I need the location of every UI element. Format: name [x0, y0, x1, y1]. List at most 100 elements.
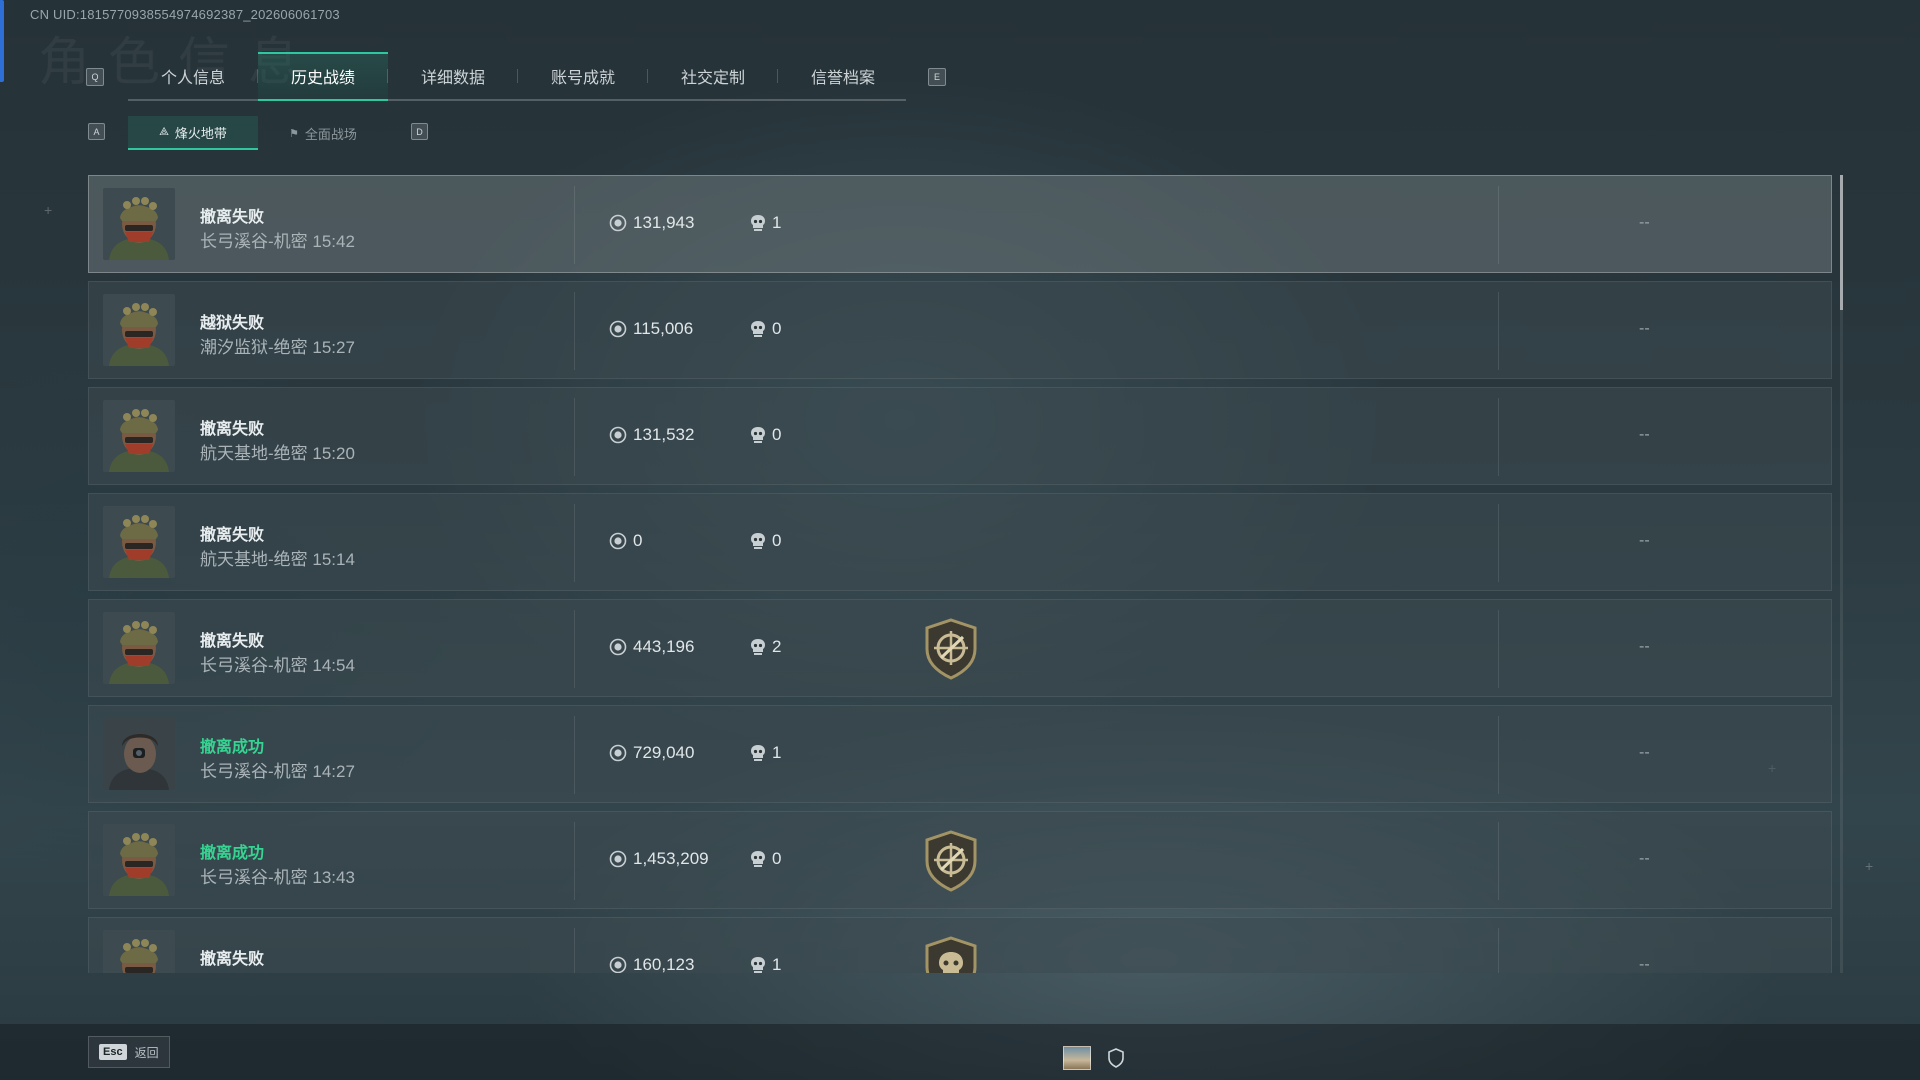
column-divider	[1498, 186, 1499, 264]
loot-value: 729,040	[609, 743, 694, 763]
shield-icon[interactable]	[1107, 1048, 1125, 1068]
operator-avatar	[103, 188, 175, 260]
skull-icon	[750, 850, 766, 868]
match-record-row[interactable]: 撤离失败 长弓溪谷-机密 15:42 131,943 1 --	[88, 175, 1832, 273]
subtab-2[interactable]: ⚑ 全面战场	[258, 116, 388, 150]
bottom-bar	[0, 1024, 1920, 1080]
scrollbar-thumb[interactable]	[1840, 175, 1843, 310]
tab-5[interactable]: 社交定制	[648, 52, 778, 100]
loot-value: 0	[609, 531, 642, 551]
column-divider	[574, 716, 575, 794]
match-record-row[interactable]: 撤离失败 航天基地-绝密 15:14 0 0 --	[88, 493, 1832, 591]
next-tab-key-hint[interactable]: E	[928, 68, 946, 86]
map-thumbnail-icon[interactable]	[1063, 1046, 1091, 1070]
skull-icon	[750, 956, 766, 973]
kill-count-text: 0	[772, 531, 782, 550]
tab-3[interactable]: 详细数据	[388, 52, 518, 100]
column-divider	[1498, 822, 1499, 900]
column-divider	[1498, 610, 1499, 688]
map-and-time: 长弓溪谷-机密 14:27	[200, 762, 355, 781]
extra-info: --	[1639, 426, 1650, 443]
subtab-1[interactable]: ⟁ 烽火地带	[128, 116, 258, 150]
extra-info: --	[1639, 320, 1650, 337]
map-and-time: 长弓溪谷-机密 14:54	[200, 656, 355, 675]
skull-shield-medal-icon	[919, 935, 983, 973]
left-accent-bar	[0, 0, 4, 82]
decor-plus-mark: +	[1865, 858, 1874, 874]
loot-value-text: 0	[633, 531, 643, 550]
skull-icon	[750, 426, 766, 444]
kill-count: 0	[750, 849, 781, 869]
loot-value: 1,453,209	[609, 849, 709, 869]
crosshair-shield-medal-icon	[919, 617, 983, 681]
loot-value-text: 131,943	[633, 213, 695, 232]
main-tabs-underline	[128, 99, 906, 101]
kill-count: 1	[750, 743, 781, 763]
operator-avatar	[103, 718, 175, 790]
kill-count-text: 0	[772, 425, 782, 444]
operator-avatar	[103, 294, 175, 366]
column-divider	[574, 822, 575, 900]
loot-value-text: 729,040	[633, 743, 695, 762]
result-status: 撤离失败	[200, 421, 265, 438]
loot-value-text: 443,196	[633, 637, 695, 656]
column-divider	[1498, 292, 1499, 370]
operator-avatar	[103, 824, 175, 896]
coin-icon	[609, 850, 627, 868]
prev-tab-key-hint[interactable]: Q	[86, 68, 104, 86]
match-record-row[interactable]: 撤离成功 长弓溪谷-机密 14:27 729,040 1 --	[88, 705, 1832, 803]
kill-count: 1	[750, 955, 781, 973]
map-and-time: 长弓溪谷-机密 15:42	[200, 232, 355, 251]
loot-value-text: 115,006	[633, 319, 694, 338]
match-record-row[interactable]: 撤离成功 长弓溪谷-机密 13:43 1,453,209 0 --	[88, 811, 1832, 909]
uid-label: CN UID:1815770938554974692387_2026060617…	[30, 7, 340, 22]
operator-avatar	[103, 612, 175, 684]
column-divider	[1498, 398, 1499, 476]
kill-count: 0	[750, 531, 781, 551]
column-divider	[574, 928, 575, 973]
coin-icon	[609, 956, 627, 973]
crosshair-shield-medal-icon	[919, 829, 983, 893]
kill-count-text: 1	[772, 955, 782, 973]
map-and-time: 航天基地-绝密 15:14	[200, 550, 355, 569]
tab-1[interactable]: 个人信息	[128, 52, 258, 100]
column-divider	[1498, 928, 1499, 973]
match-record-row[interactable]: 撤离失败 长弓溪谷-机密 14:54 443,196 2 --	[88, 599, 1832, 697]
loot-value: 131,532	[609, 425, 694, 445]
operator-avatar	[103, 400, 175, 472]
next-subtab-key-hint[interactable]: D	[411, 123, 428, 140]
coin-icon	[609, 214, 627, 232]
loot-value-text: 1,453,209	[633, 849, 709, 868]
loot-value-text: 160,123	[633, 955, 695, 973]
extra-info: --	[1639, 850, 1650, 867]
match-record-row[interactable]: 撤离失败 航天基地-绝密 15:20 131,532 0 --	[88, 387, 1832, 485]
kill-count-text: 1	[772, 213, 782, 232]
kill-count: 2	[750, 637, 781, 657]
match-record-row[interactable]: 越狱失败 潮汐监狱-绝密 15:27 115,006 0 --	[88, 281, 1832, 379]
kill-count-text: 2	[772, 637, 782, 656]
prev-subtab-key-hint[interactable]: A	[88, 123, 105, 140]
extra-info: --	[1639, 956, 1650, 973]
extra-info: --	[1639, 744, 1650, 761]
tab-4[interactable]: 账号成就	[518, 52, 648, 100]
tab-6[interactable]: 信誉档案	[778, 52, 908, 100]
loot-value: 131,943	[609, 213, 694, 233]
tab-2[interactable]: 历史战绩	[258, 52, 388, 100]
map-and-time: 长弓溪谷-机密 13:43	[200, 868, 355, 887]
extra-info: --	[1639, 638, 1650, 655]
column-divider	[574, 186, 575, 264]
fire-zone-icon: ⟁	[159, 125, 169, 138]
match-record-row[interactable]: 撤离失败 零号大坝-机密 13:21 160,123 1 --	[88, 917, 1832, 973]
extra-info: --	[1639, 532, 1650, 549]
result-status: 撤离失败	[200, 951, 265, 968]
battlefield-icon: ⚑	[289, 127, 299, 140]
kill-count-text: 1	[772, 743, 782, 762]
sub-tabs: ⟁ 烽火地带 ⚑ 全面战场	[128, 116, 388, 150]
back-button[interactable]: Esc 返回	[88, 1036, 170, 1068]
column-divider	[574, 610, 575, 688]
subtab-label: 烽火地带	[174, 125, 227, 141]
skull-icon	[750, 744, 766, 762]
loot-value: 443,196	[609, 637, 694, 657]
skull-icon	[750, 638, 766, 656]
kill-count-text: 0	[772, 319, 782, 338]
